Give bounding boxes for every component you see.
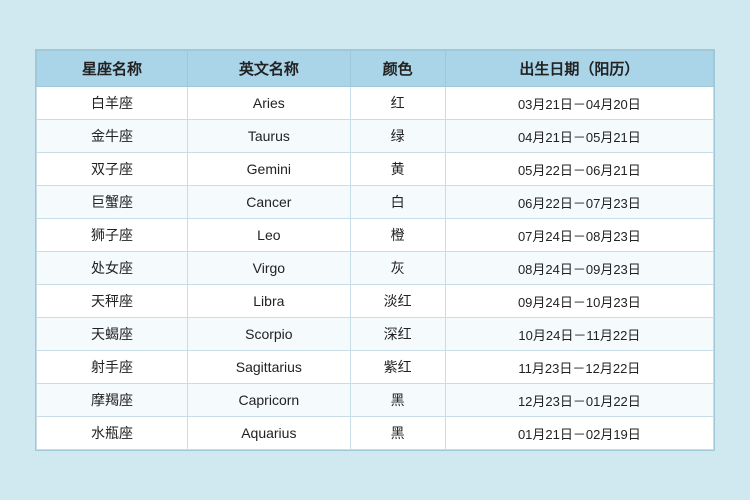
table-header-row: 星座名称英文名称颜色出生日期（阳历） <box>37 51 714 87</box>
table-cell: 01月21日－02月19日 <box>445 417 713 450</box>
table-cell: 红 <box>350 87 445 120</box>
table-cell: 灰 <box>350 252 445 285</box>
table-cell: 白羊座 <box>37 87 188 120</box>
table-cell: 淡红 <box>350 285 445 318</box>
table-cell: 黑 <box>350 417 445 450</box>
table-row: 射手座Sagittarius紫红11月23日－12月22日 <box>37 351 714 384</box>
table-cell: 射手座 <box>37 351 188 384</box>
column-header: 星座名称 <box>37 51 188 87</box>
table-cell: Leo <box>188 219 351 252</box>
table-row: 金牛座Taurus绿04月21日－05月21日 <box>37 120 714 153</box>
table-row: 天蝎座Scorpio深红10月24日－11月22日 <box>37 318 714 351</box>
table-cell: 10月24日－11月22日 <box>445 318 713 351</box>
table-row: 白羊座Aries红03月21日－04月20日 <box>37 87 714 120</box>
table-cell: 04月21日－05月21日 <box>445 120 713 153</box>
table-row: 天秤座Libra淡红09月24日－10月23日 <box>37 285 714 318</box>
table-cell: 金牛座 <box>37 120 188 153</box>
table-cell: Aries <box>188 87 351 120</box>
table-cell: 绿 <box>350 120 445 153</box>
table-cell: 天蝎座 <box>37 318 188 351</box>
table-row: 水瓶座Aquarius黑01月21日－02月19日 <box>37 417 714 450</box>
table-cell: Libra <box>188 285 351 318</box>
column-header: 出生日期（阳历） <box>445 51 713 87</box>
column-header: 英文名称 <box>188 51 351 87</box>
table-cell: Aquarius <box>188 417 351 450</box>
table-row: 处女座Virgo灰08月24日－09月23日 <box>37 252 714 285</box>
table-cell: 狮子座 <box>37 219 188 252</box>
table-cell: Cancer <box>188 186 351 219</box>
table-row: 双子座Gemini黄05月22日－06月21日 <box>37 153 714 186</box>
table-cell: 双子座 <box>37 153 188 186</box>
table-cell: Sagittarius <box>188 351 351 384</box>
table-row: 巨蟹座Cancer白06月22日－07月23日 <box>37 186 714 219</box>
table-cell: Scorpio <box>188 318 351 351</box>
table-cell: 紫红 <box>350 351 445 384</box>
table-cell: 03月21日－04月20日 <box>445 87 713 120</box>
table-row: 摩羯座Capricorn黑12月23日－01月22日 <box>37 384 714 417</box>
table-cell: 深红 <box>350 318 445 351</box>
table-cell: 09月24日－10月23日 <box>445 285 713 318</box>
table-cell: Capricorn <box>188 384 351 417</box>
column-header: 颜色 <box>350 51 445 87</box>
table-cell: 12月23日－01月22日 <box>445 384 713 417</box>
table-cell: 处女座 <box>37 252 188 285</box>
table-cell: 黑 <box>350 384 445 417</box>
table-cell: Virgo <box>188 252 351 285</box>
table-cell: 水瓶座 <box>37 417 188 450</box>
zodiac-table: 星座名称英文名称颜色出生日期（阳历） 白羊座Aries红03月21日－04月20… <box>36 50 714 450</box>
zodiac-table-container: 星座名称英文名称颜色出生日期（阳历） 白羊座Aries红03月21日－04月20… <box>35 49 715 451</box>
table-cell: 巨蟹座 <box>37 186 188 219</box>
table-cell: 橙 <box>350 219 445 252</box>
table-cell: 11月23日－12月22日 <box>445 351 713 384</box>
table-cell: 07月24日－08月23日 <box>445 219 713 252</box>
table-cell: 白 <box>350 186 445 219</box>
table-cell: 05月22日－06月21日 <box>445 153 713 186</box>
table-cell: 天秤座 <box>37 285 188 318</box>
table-cell: 摩羯座 <box>37 384 188 417</box>
table-cell: 08月24日－09月23日 <box>445 252 713 285</box>
table-cell: 黄 <box>350 153 445 186</box>
table-cell: 06月22日－07月23日 <box>445 186 713 219</box>
table-cell: Gemini <box>188 153 351 186</box>
table-cell: Taurus <box>188 120 351 153</box>
table-row: 狮子座Leo橙07月24日－08月23日 <box>37 219 714 252</box>
